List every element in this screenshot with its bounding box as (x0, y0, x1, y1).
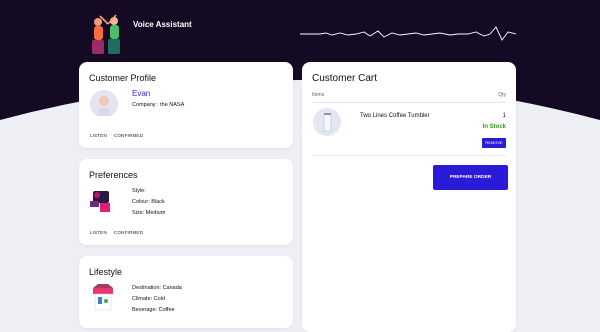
brand-illustration-icon (92, 14, 120, 54)
customer-cart-card: Customer Cart Items Qty Two Lines Coffee… (302, 62, 516, 332)
beverage-label: Beverage: Coffee (132, 307, 175, 313)
app-title: Voice Assistant (133, 20, 192, 29)
avatar (90, 90, 118, 118)
avatar-illustration-icon (95, 96, 113, 118)
tumbler-image-icon (323, 113, 332, 132)
company-label: Company : the NASA (132, 102, 185, 108)
customer-name: Evan (132, 89, 151, 98)
card-title: Customer Cart (312, 73, 378, 84)
travel-illustration-icon (93, 284, 113, 311)
listen-button[interactable]: LISTEN (90, 230, 107, 235)
style-label: Style: (132, 188, 146, 194)
product-name: Two Lines Coffee Tumbler (360, 113, 430, 119)
size-label: Size: Medium (132, 210, 166, 216)
confirmed-button[interactable]: CONFIRMED (114, 133, 143, 138)
card-title: Lifestyle (89, 267, 123, 277)
product-quantity: 1 (502, 113, 506, 119)
divider (312, 102, 506, 103)
climate-label: Climate: Cold (132, 296, 166, 302)
waveform-icon (300, 26, 516, 41)
card-title: Customer Profile (89, 73, 157, 83)
confirmed-button[interactable]: CONFIRMED (114, 230, 143, 235)
preferences-card: Preferences Style: Colour: Black Size: M… (79, 159, 293, 245)
remove-button[interactable]: REMOVE (482, 138, 506, 148)
lifestyle-card: Lifestyle Destination: Canada Climate: C… (79, 256, 293, 328)
customer-profile-card: Customer Profile Evan Company : the NASA… (79, 62, 293, 148)
colour-label: Colour: Black (132, 199, 165, 205)
destination-label: Destination: Canada (132, 285, 182, 291)
qty-column-header: Qty (498, 92, 506, 98)
prepare-order-button[interactable]: PREPARE ORDER (433, 165, 508, 190)
clothing-illustration-icon (90, 191, 110, 212)
product-image (313, 108, 341, 136)
items-column-header: Items (312, 92, 325, 98)
divider (312, 155, 506, 156)
listen-button[interactable]: LISTEN (90, 133, 107, 138)
card-title: Preferences (89, 170, 138, 180)
stock-status: In Stock (482, 124, 506, 130)
